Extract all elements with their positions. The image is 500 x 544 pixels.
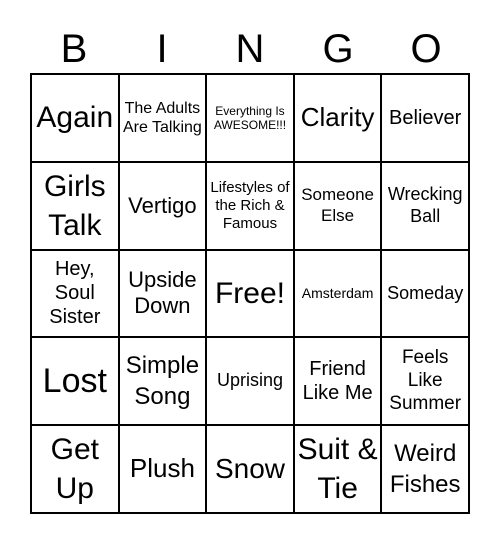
bingo-cell[interactable]: Clarity [293, 74, 382, 162]
bingo-cell[interactable]: Free! [206, 249, 294, 338]
bingo-cell[interactable]: Plush [118, 425, 207, 513]
bingo-cell[interactable]: Wrecking Ball [381, 161, 469, 250]
header-letter-g: G [322, 27, 354, 71]
bingo-cell[interactable]: Friend Like Me [293, 337, 382, 426]
bingo-cell[interactable]: Get Up [31, 425, 119, 513]
header-letter-n: N [235, 27, 265, 71]
bingo-cell[interactable]: The Adults Are Talking [118, 74, 207, 162]
bingo-cell[interactable]: Someday [381, 249, 469, 338]
bingo-cell[interactable]: Amsterdam [293, 249, 382, 338]
bingo-cell[interactable]: Lost [31, 337, 119, 426]
bingo-cell[interactable]: Again [31, 74, 119, 162]
bingo-cell[interactable]: Someone Else [293, 161, 382, 250]
bingo-cell[interactable]: Weird Fishes [381, 425, 469, 513]
bingo-cell[interactable]: Snow [206, 425, 294, 513]
header-letter-o: O [410, 27, 442, 71]
bingo-cell[interactable]: Everything Is AWESOME!!! [206, 74, 294, 162]
bingo-cell[interactable]: Simple Song [118, 337, 207, 426]
bingo-cell[interactable]: Girls Talk [31, 161, 119, 250]
bingo-cell[interactable]: Lifestyles of the Rich & Famous [206, 161, 294, 250]
bingo-cell[interactable]: Feels Like Summer [381, 337, 469, 426]
bingo-cell[interactable]: Believer [381, 74, 469, 162]
bingo-grid: Again The Adults Are Talking Everything Is… [30, 73, 470, 514]
bingo-cell[interactable]: Hey, Soul Sister [31, 249, 119, 338]
bingo-cell[interactable]: Suit & Tie [293, 425, 382, 513]
bingo-cell[interactable]: Uprising [206, 337, 294, 426]
header-letter-b: B [60, 27, 88, 71]
bingo-header: B I N G O [30, 26, 470, 72]
bingo-cell[interactable]: Upside Down [118, 249, 207, 338]
bingo-cell[interactable]: Vertigo [118, 161, 207, 250]
header-letter-i: I [156, 27, 168, 71]
